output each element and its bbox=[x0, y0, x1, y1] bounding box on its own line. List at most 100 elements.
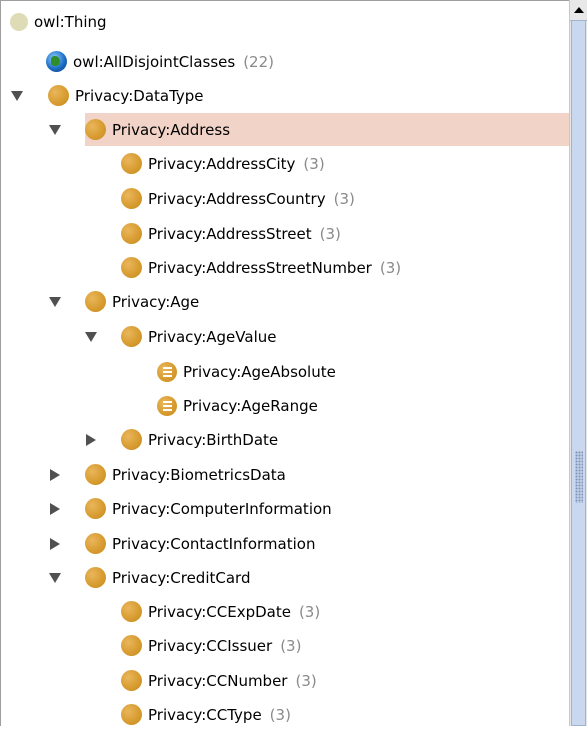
tree-row[interactable]: Privacy:CCExpDate (3) bbox=[1, 595, 569, 628]
instance-count: (3) bbox=[319, 224, 341, 243]
class-icon bbox=[121, 326, 142, 347]
class-icon bbox=[121, 188, 142, 209]
tree-node-label: Privacy:BiometricsData bbox=[112, 465, 286, 484]
tree-row[interactable]: Privacy:AddressStreetNumber (3) bbox=[1, 251, 569, 284]
tree-node[interactable]: Privacy:AddressCountry (3) bbox=[121, 182, 361, 215]
tree-row[interactable]: Privacy:BiometricsData bbox=[1, 458, 569, 491]
grip-icon bbox=[575, 451, 583, 503]
tree-node[interactable]: Privacy:CCType (3) bbox=[121, 698, 297, 731]
tree-node[interactable]: Privacy:AgeRange bbox=[157, 389, 324, 422]
class-icon bbox=[85, 567, 106, 588]
tree-row[interactable]: Privacy:ContactInformation bbox=[1, 527, 569, 560]
expand-toggle-icon[interactable] bbox=[48, 123, 62, 137]
expand-toggle-icon[interactable] bbox=[48, 295, 62, 309]
tree-row[interactable]: Privacy:DataType bbox=[1, 79, 569, 112]
tree-node-label: Privacy:CreditCard bbox=[112, 568, 251, 587]
tree-node[interactable]: Privacy:AddressStreet (3) bbox=[121, 217, 347, 250]
scrollbar-thumb[interactable] bbox=[571, 20, 586, 726]
tree-node[interactable]: Privacy:Address bbox=[85, 113, 569, 146]
class-hierarchy-tree[interactable]: owl:Thing owl:AllDisjointClasses (22) Priva… bbox=[0, 0, 569, 726]
class-icon bbox=[85, 533, 106, 554]
collapse-toggle-icon[interactable] bbox=[48, 502, 62, 516]
class-icon bbox=[48, 85, 69, 106]
equivalent-class-icon bbox=[157, 395, 177, 416]
tree-node-label: Privacy:AgeValue bbox=[148, 327, 277, 346]
class-icon bbox=[85, 464, 106, 485]
tree-node[interactable]: Privacy:BirthDate bbox=[121, 423, 284, 456]
tree-node-label: Privacy:AddressStreetNumber bbox=[148, 258, 372, 277]
tree-node-label: Privacy:AddressCountry bbox=[148, 189, 326, 208]
instance-count: (3) bbox=[269, 705, 291, 724]
tree-node-label: owl:Thing bbox=[34, 12, 107, 31]
expand-toggle-icon[interactable] bbox=[48, 571, 62, 585]
tree-node[interactable]: Privacy:AgeValue bbox=[121, 320, 282, 353]
collapse-toggle-icon[interactable] bbox=[48, 537, 62, 551]
class-icon bbox=[121, 635, 142, 656]
tree-node[interactable]: Privacy:CCNumber (3) bbox=[121, 664, 323, 697]
instance-count: (3) bbox=[333, 189, 355, 208]
tree-node[interactable]: Privacy:ComputerInformation bbox=[85, 492, 338, 525]
instance-count: (3) bbox=[298, 602, 321, 621]
class-icon bbox=[85, 119, 106, 140]
tree-row[interactable]: Privacy:AgeRange bbox=[1, 389, 569, 422]
tree-node[interactable]: owl:AllDisjointClasses (22) bbox=[46, 45, 280, 78]
tree-row[interactable]: Privacy:Age bbox=[1, 285, 569, 318]
tree-node[interactable]: Privacy:AddressStreetNumber (3) bbox=[121, 251, 407, 284]
instance-count: (22) bbox=[243, 52, 274, 71]
tree-node[interactable]: Privacy:DataType bbox=[48, 79, 210, 112]
tree-row[interactable]: Privacy:Address bbox=[1, 113, 569, 146]
tree-node-label: Privacy:AddressStreet bbox=[148, 224, 312, 243]
tree-row[interactable]: Privacy:CCIssuer (3) bbox=[1, 629, 569, 662]
tree-node[interactable]: Privacy:CreditCard bbox=[85, 561, 256, 594]
tree-node-label: Privacy:AddressCity bbox=[148, 154, 296, 173]
tree-node-label: Privacy:ContactInformation bbox=[112, 534, 316, 553]
class-icon bbox=[121, 429, 142, 450]
instance-count: (3) bbox=[295, 671, 317, 690]
globe-icon bbox=[46, 51, 67, 72]
instance-count: (3) bbox=[379, 258, 402, 277]
tree-node-label: Privacy:BirthDate bbox=[148, 430, 279, 449]
collapse-toggle-icon[interactable] bbox=[84, 433, 98, 447]
tree-row[interactable]: Privacy:CCNumber (3) bbox=[1, 664, 569, 697]
expand-toggle-icon[interactable] bbox=[10, 89, 24, 103]
tree-row[interactable]: Privacy:AddressCountry (3) bbox=[1, 182, 569, 215]
tree-node-label: owl:AllDisjointClasses bbox=[73, 52, 236, 71]
instance-count: (3) bbox=[280, 636, 302, 655]
class-icon bbox=[85, 291, 106, 312]
tree-row[interactable]: Privacy:CreditCard bbox=[1, 561, 569, 594]
expand-toggle-icon[interactable] bbox=[84, 330, 98, 344]
class-icon bbox=[121, 704, 142, 725]
class-icon bbox=[121, 153, 142, 174]
class-icon bbox=[121, 257, 142, 278]
tree-row[interactable]: Privacy:CCType (3) bbox=[1, 698, 569, 731]
tree-node-label: Privacy:AgeRange bbox=[183, 396, 318, 415]
tree-node[interactable]: Privacy:Age bbox=[85, 285, 205, 318]
tree-row[interactable]: Privacy:AgeAbsolute bbox=[1, 355, 569, 388]
tree-node-label: Privacy:CCIssuer bbox=[148, 636, 273, 655]
tree-node[interactable]: Privacy:AddressCity (3) bbox=[121, 147, 331, 180]
tree-node[interactable]: Privacy:CCIssuer (3) bbox=[121, 629, 307, 662]
tree-node[interactable]: owl:Thing bbox=[10, 5, 113, 38]
tree-row[interactable]: owl:Thing bbox=[1, 5, 569, 38]
vertical-scrollbar[interactable] bbox=[569, 0, 587, 726]
tree-node[interactable]: Privacy:ContactInformation bbox=[85, 527, 321, 560]
tree-node-label: Privacy:CCNumber bbox=[148, 671, 288, 690]
tree-row[interactable]: Privacy:AddressStreet (3) bbox=[1, 217, 569, 250]
tree-row[interactable]: Privacy:AddressCity (3) bbox=[1, 147, 569, 180]
collapse-toggle-icon[interactable] bbox=[48, 468, 62, 482]
instance-count: (3) bbox=[303, 154, 325, 173]
tree-node-label: Privacy:ComputerInformation bbox=[112, 499, 332, 518]
equivalent-class-icon bbox=[157, 361, 177, 382]
tree-row[interactable]: owl:AllDisjointClasses (22) bbox=[1, 45, 569, 78]
tree-row[interactable]: Privacy:ComputerInformation bbox=[1, 492, 569, 525]
tree-node[interactable]: Privacy:AgeAbsolute bbox=[157, 355, 342, 388]
tree-row[interactable]: Privacy:AgeValue bbox=[1, 320, 569, 353]
tree-node[interactable]: Privacy:CCExpDate (3) bbox=[121, 595, 326, 628]
tree-node-label: Privacy:CCExpDate bbox=[148, 602, 291, 621]
tree-row[interactable]: Privacy:BirthDate bbox=[1, 423, 569, 456]
thing-icon bbox=[10, 12, 28, 31]
class-icon bbox=[121, 670, 142, 691]
tree-node[interactable]: Privacy:BiometricsData bbox=[85, 458, 292, 491]
tree-node-label: Privacy:CCType bbox=[148, 705, 262, 724]
scroll-up-button[interactable] bbox=[570, 0, 587, 21]
